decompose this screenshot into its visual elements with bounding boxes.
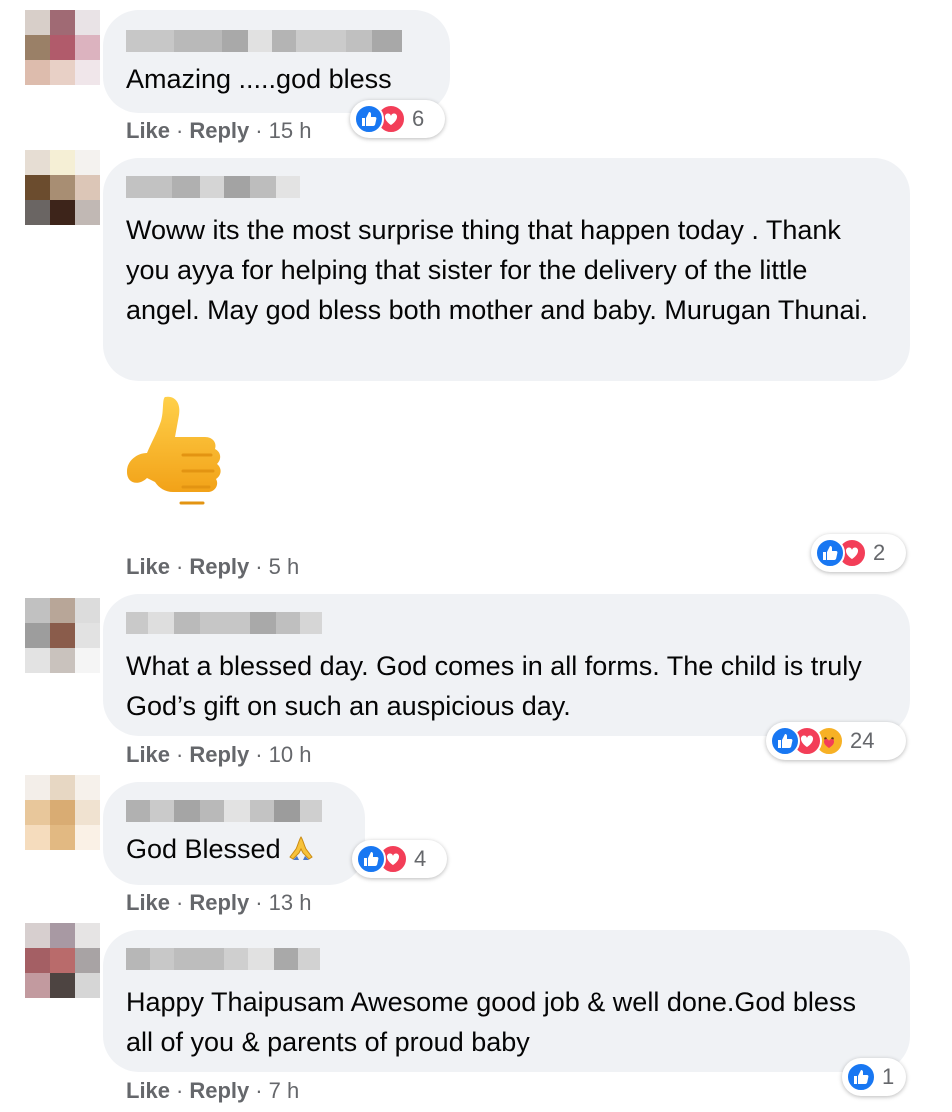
like-icon <box>356 844 386 874</box>
separator: · <box>255 1078 263 1103</box>
folded-hands-emoji <box>287 834 315 868</box>
separator: · <box>176 890 184 915</box>
separator: · <box>176 554 184 579</box>
reaction-count: 2 <box>873 540 886 565</box>
comment-text: God Blessed <box>126 834 341 868</box>
reaction-count: 1 <box>882 1064 895 1089</box>
reply-button[interactable]: Reply <box>189 890 249 915</box>
comment-bubble: God Blessed <box>103 782 365 885</box>
separator: · <box>255 742 263 767</box>
author-name-redacted[interactable] <box>126 176 886 198</box>
reactions-summary[interactable]: 6 <box>350 100 445 138</box>
like-icon <box>846 1062 876 1092</box>
reaction-count: 24 <box>850 728 875 753</box>
avatar[interactable] <box>25 598 100 673</box>
comment-text: Amazing .....god bless <box>126 64 392 94</box>
like-button[interactable]: Like <box>126 1078 170 1103</box>
separator: · <box>255 118 263 143</box>
comment-actions: Like · Reply · 10 h <box>126 741 311 769</box>
comment-text: Woww its the most surprise thing that ha… <box>126 215 868 325</box>
separator: · <box>176 1078 184 1103</box>
author-name-redacted[interactable] <box>126 612 886 634</box>
comment-actions: Like · Reply · 13 h <box>126 889 311 917</box>
timestamp[interactable]: 13 h <box>269 890 312 915</box>
separator: · <box>255 890 263 915</box>
reply-button[interactable]: Reply <box>189 118 249 143</box>
comment-bubble: Happy Thaipusam Awesome good job & well … <box>103 930 910 1072</box>
like-icon <box>354 104 384 134</box>
reply-button[interactable]: Reply <box>189 742 249 767</box>
reaction-count: 6 <box>412 106 425 131</box>
comment-bubble: Woww its the most surprise thing that ha… <box>103 158 910 381</box>
timestamp[interactable]: 7 h <box>269 1078 300 1103</box>
avatar[interactable] <box>25 923 100 998</box>
reply-button[interactable]: Reply <box>189 554 249 579</box>
like-button[interactable]: Like <box>126 890 170 915</box>
reply-button[interactable]: Reply <box>189 1078 249 1103</box>
comment-bubble: Amazing .....god bless <box>103 10 450 113</box>
reaction-count: 4 <box>414 846 427 871</box>
comment-actions: Like · Reply · 5 h <box>126 553 299 581</box>
author-name-redacted[interactable] <box>126 948 886 970</box>
like-button[interactable]: Like <box>126 554 170 579</box>
separator: · <box>176 118 184 143</box>
timestamp[interactable]: 5 h <box>269 554 300 579</box>
comment-text-content: God Blessed <box>126 834 281 865</box>
comment-bubble: What a blessed day. God comes in all for… <box>103 594 910 736</box>
avatar[interactable] <box>25 775 100 850</box>
like-icon <box>770 726 800 756</box>
comment-actions: Like · Reply · 7 h <box>126 1077 299 1105</box>
timestamp[interactable]: 15 h <box>269 118 312 143</box>
separator: · <box>255 554 263 579</box>
timestamp[interactable]: 10 h <box>269 742 312 767</box>
like-icon <box>815 538 845 568</box>
author-name-redacted[interactable] <box>126 800 341 822</box>
like-button[interactable]: Like <box>126 118 170 143</box>
reactions-summary[interactable]: 4 <box>352 840 447 878</box>
author-name-redacted[interactable] <box>126 30 426 52</box>
reactions-summary[interactable]: 1 <box>842 1058 906 1096</box>
comment-text: Happy Thaipusam Awesome good job & well … <box>126 987 856 1057</box>
like-button[interactable]: Like <box>126 742 170 767</box>
thumbs-up-sticker <box>125 393 237 528</box>
comment-text: What a blessed day. God comes in all for… <box>126 651 862 721</box>
separator: · <box>176 742 184 767</box>
reactions-summary[interactable]: 2 <box>811 534 906 572</box>
reactions-summary[interactable]: 24 <box>766 722 906 760</box>
comment-actions: Like · Reply · 15 h <box>126 117 311 145</box>
avatar[interactable] <box>25 150 100 225</box>
avatar[interactable] <box>25 10 100 85</box>
